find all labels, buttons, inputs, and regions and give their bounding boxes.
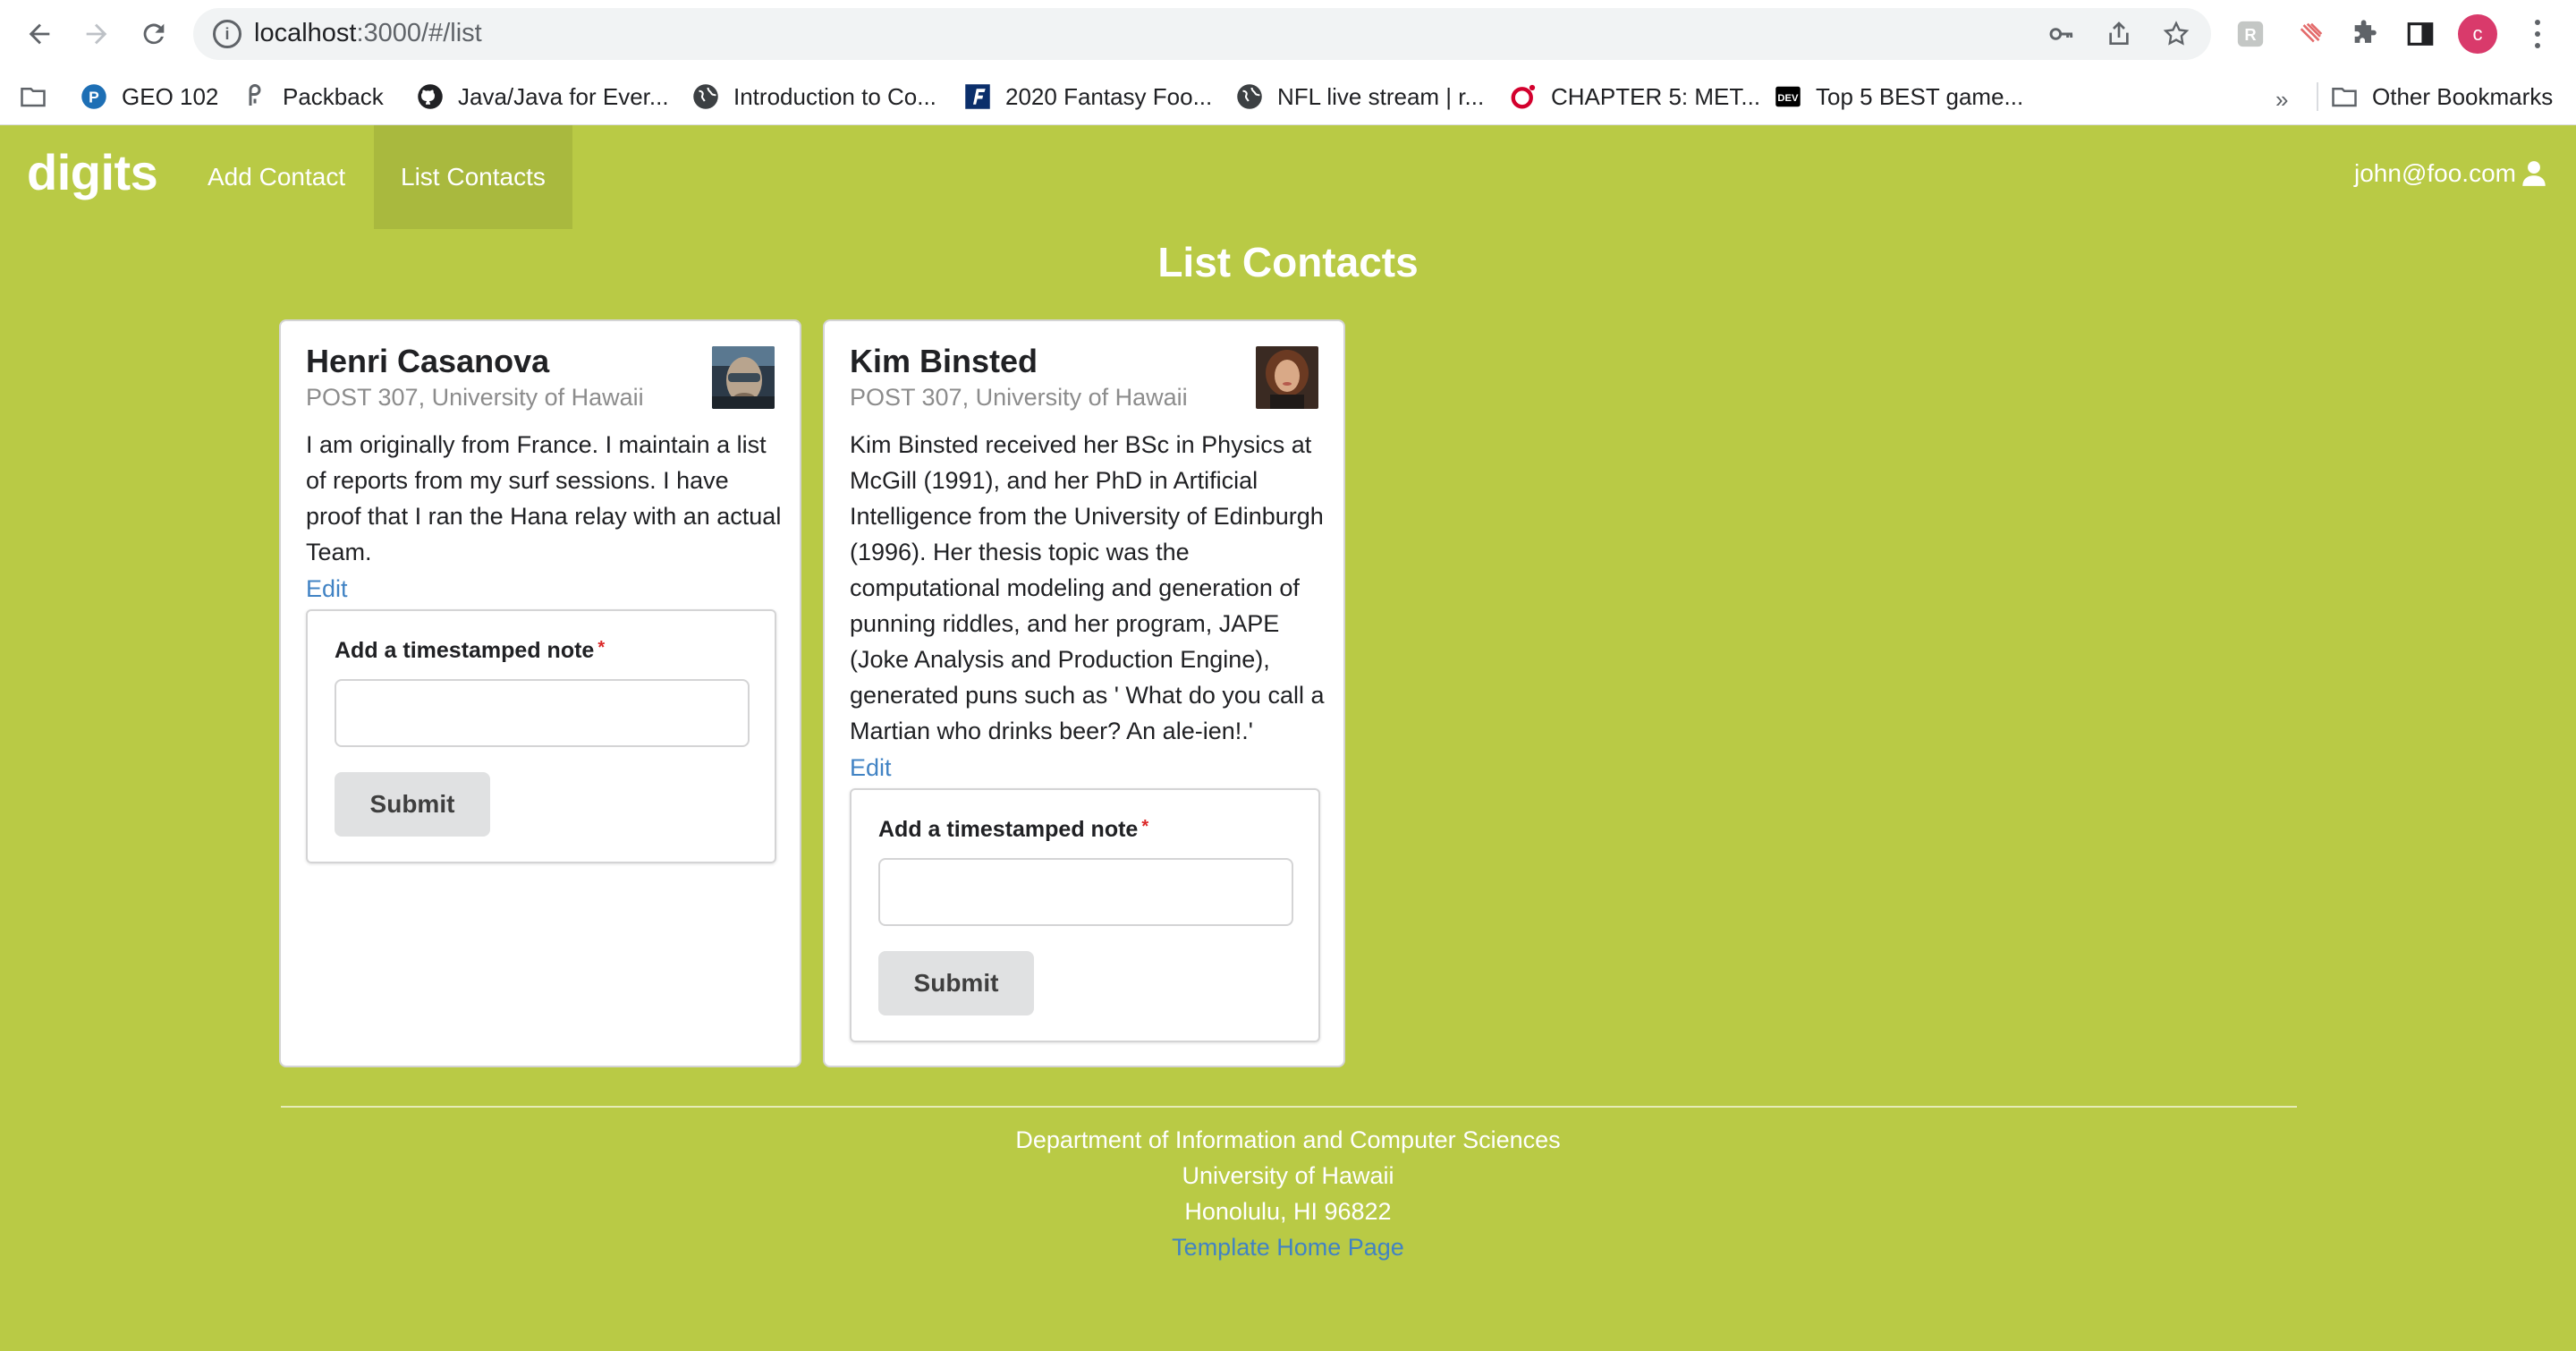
footer-university: University of Hawaii <box>1182 1162 1394 1189</box>
contact-description: I am originally from France. I maintain … <box>306 431 782 565</box>
contact-avatar <box>712 346 775 409</box>
url-text[interactable]: localhost:3000/#/list <box>254 19 482 48</box>
nav-add-contact[interactable]: Add Contact <box>181 125 372 229</box>
footer: Department of Information and Computer S… <box>0 1122 2576 1265</box>
template-home-link[interactable]: Template Home Page <box>0 1229 2576 1265</box>
bookmarks-overflow-button[interactable]: » <box>2275 86 2288 114</box>
app-navbar: digits Add Contact List Contacts john@fo… <box>0 125 2576 229</box>
svg-text:DEV: DEV <box>1777 93 1799 104</box>
reload-button[interactable] <box>132 13 175 55</box>
note-label: Add a timestamped note * <box>878 817 1148 843</box>
apps-folder[interactable] <box>20 77 47 116</box>
folder-icon <box>20 83 47 110</box>
bookmarks-bar: P GEO 102 Packback Java/Java for Ever...… <box>0 68 2576 125</box>
bookmark-packback[interactable]: Packback <box>242 77 384 116</box>
url-path: :3000/#/list <box>356 19 482 47</box>
note-form: Add a timestamped note * Submit <box>850 788 1320 1042</box>
note-input[interactable] <box>335 679 750 747</box>
submit-button[interactable]: Submit <box>878 951 1034 1015</box>
user-icon <box>2522 161 2546 186</box>
extension-stripes-icon[interactable] <box>2293 16 2329 52</box>
browser-toolbar: i localhost:3000/#/list R c <box>0 0 2576 68</box>
profile-avatar[interactable]: c <box>2458 14 2497 54</box>
brand-logo[interactable]: digits <box>27 143 158 201</box>
extension-r-icon[interactable]: R <box>2233 16 2268 52</box>
profile-initial: c <box>2472 22 2483 45</box>
edit-link[interactable]: Edit <box>850 754 892 782</box>
bookmark-label: 2020 Fantasy Foo... <box>1005 82 1213 110</box>
user-dropdown[interactable]: john@foo.com <box>2354 159 2546 188</box>
required-mark: * <box>1141 817 1149 837</box>
bookmark-label: GEO 102 <box>122 82 219 110</box>
user-email: john@foo.com <box>2354 159 2516 187</box>
edit-link[interactable]: Edit <box>306 575 348 603</box>
bookmark-label: Java/Java for Ever... <box>458 82 669 110</box>
contact-description: Kim Binsted received her BSc in Physics … <box>850 431 1325 744</box>
arrow-right-icon <box>86 23 107 45</box>
address-bar[interactable]: i localhost:3000/#/list <box>193 8 2211 60</box>
contact-name: Henri Casanova <box>306 343 550 379</box>
note-label-text: Add a timestamped note <box>335 638 595 663</box>
side-panel-icon[interactable] <box>2402 16 2438 52</box>
other-bookmarks[interactable]: Other Bookmarks <box>2331 77 2553 116</box>
page-title: List Contacts <box>1157 239 1419 285</box>
note-label: Add a timestamped note * <box>335 638 605 664</box>
bookmark-geo-102[interactable]: P GEO 102 <box>80 77 218 116</box>
dev-icon: DEV <box>1775 83 1801 110</box>
fantasy-icon <box>964 83 991 110</box>
contact-address: POST 307, University of Hawaii <box>306 384 644 411</box>
note-input[interactable] <box>878 858 1293 926</box>
bookmarks-divider <box>2317 82 2318 111</box>
bookmark-star-icon[interactable] <box>2161 19 2191 49</box>
contact-card: Kim Binsted POST 307, University of Hawa… <box>823 319 1345 1067</box>
bookmark-top5[interactable]: DEV Top 5 BEST game... <box>1775 77 2023 116</box>
bookmark-label: Top 5 BEST game... <box>1816 82 2024 110</box>
submit-button[interactable]: Submit <box>335 772 490 837</box>
github-icon <box>417 83 444 110</box>
back-button[interactable] <box>18 13 61 55</box>
required-mark: * <box>597 638 606 658</box>
url-host: localhost <box>254 19 357 47</box>
arrow-left-icon <box>29 23 50 45</box>
oreilly-icon <box>1510 83 1537 110</box>
bookmark-fantasy[interactable]: 2020 Fantasy Foo... <box>964 77 1212 116</box>
note-form: Add a timestamped note * Submit <box>306 609 776 863</box>
footer-divider <box>281 1106 2297 1108</box>
share-icon[interactable] <box>2104 19 2134 49</box>
browser-menu-icon[interactable] <box>2524 16 2551 52</box>
note-label-text: Add a timestamped note <box>878 817 1139 842</box>
contact-address: POST 307, University of Hawaii <box>850 384 1188 411</box>
key-icon[interactable] <box>2046 19 2077 49</box>
pearson-icon: P <box>80 83 107 110</box>
folder-icon <box>2331 83 2358 110</box>
packback-icon <box>242 83 268 110</box>
svg-text:P: P <box>89 88 99 106</box>
bookmark-label: NFL live stream | r... <box>1277 82 1485 110</box>
footer-address: Honolulu, HI 96822 <box>1184 1198 1392 1225</box>
puzzle-icon[interactable] <box>2347 16 2383 52</box>
globe-icon <box>692 83 719 110</box>
bookmark-nfl[interactable]: NFL live stream | r... <box>1236 77 1484 116</box>
globe-icon <box>1236 83 1263 110</box>
bookmark-chapter5[interactable]: CHAPTER 5: MET... <box>1510 77 1760 116</box>
contact-card: Henri Casanova POST 307, University of H… <box>279 319 801 1067</box>
contact-name: Kim Binsted <box>850 343 1038 379</box>
svg-text:R: R <box>2244 25 2256 44</box>
info-icon[interactable]: i <box>213 20 242 48</box>
bookmark-label: CHAPTER 5: MET... <box>1551 82 1761 110</box>
bookmark-label: Introduction to Co... <box>733 82 936 110</box>
bookmark-intro[interactable]: Introduction to Co... <box>692 77 936 116</box>
footer-department: Department of Information and Computer S… <box>1015 1126 1561 1153</box>
nav-list-contacts[interactable]: List Contacts <box>374 125 572 229</box>
forward-button[interactable] <box>75 13 118 55</box>
bookmark-java[interactable]: Java/Java for Ever... <box>417 77 669 116</box>
reload-icon <box>143 23 165 45</box>
bookmark-label: Packback <box>283 82 384 110</box>
other-bookmarks-label: Other Bookmarks <box>2372 82 2554 110</box>
contact-avatar <box>1256 346 1318 409</box>
